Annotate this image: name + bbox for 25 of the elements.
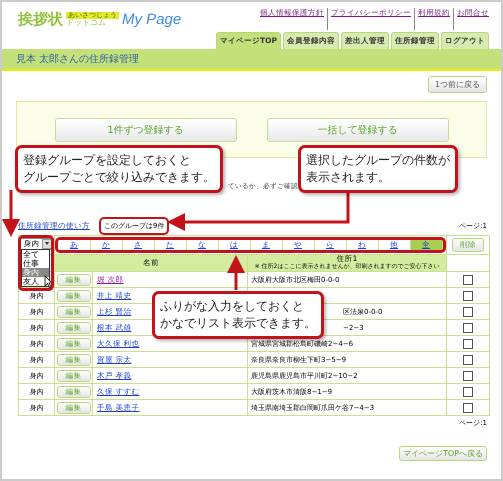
callout-text: 表示されます。 (306, 169, 390, 186)
checkbox[interactable] (463, 338, 473, 348)
page-title: 見本 太郎さんの住所録管理 (16, 54, 140, 65)
callout-text: 選択したグループの件数が (306, 152, 450, 169)
caret-icon (42, 239, 52, 249)
checkbox[interactable] (463, 306, 473, 316)
dropdown-option[interactable]: 全て (22, 250, 49, 259)
highlight-outline (99, 217, 170, 235)
logo-text: ドットコム (66, 18, 106, 26)
checkbox[interactable] (463, 386, 473, 396)
callout-text: 登録グループを設定しておくと (23, 152, 191, 169)
checkbox[interactable] (463, 370, 473, 380)
checkbox[interactable] (463, 322, 473, 332)
checkbox[interactable] (463, 290, 473, 300)
logo-text: My Page (122, 10, 182, 28)
back-button[interactable]: 1つ前に戻る (428, 76, 487, 93)
callout-text: かなでリスト表示できます。 (160, 315, 316, 332)
checkbox[interactable] (463, 402, 473, 412)
callout-text: ふりがな入力をしておくと (160, 298, 304, 315)
checkbox[interactable] (463, 274, 473, 284)
dropdown-option[interactable]: 身内 (22, 268, 49, 277)
checkbox[interactable] (463, 354, 473, 364)
arrow (2, 190, 20, 237)
logo-text: 挨拶状 (18, 10, 63, 28)
callout-text: グループごとで絞り込みできます。 (23, 169, 215, 186)
